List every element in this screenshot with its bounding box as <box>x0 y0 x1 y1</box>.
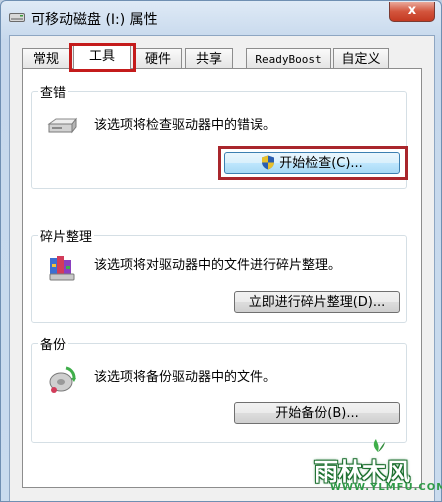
window-title: 可移动磁盘 (I:) 属性 <box>31 12 158 28</box>
group-description: 该选项将检查驱动器中的错误。 <box>94 118 277 133</box>
tab-general[interactable]: 常规 <box>22 48 70 69</box>
close-button[interactable]: x <box>389 2 435 22</box>
group-description: 该选项将对驱动器中的文件进行碎片整理。 <box>94 258 342 273</box>
tab-sharing[interactable]: 共享 <box>185 48 233 69</box>
backup-icon <box>49 366 76 393</box>
tab-customize[interactable]: 自定义 <box>333 48 389 69</box>
title-bar[interactable]: 可移动磁盘 (I:) 属性 x <box>1 1 441 35</box>
tab-label: 硬件 <box>144 52 171 67</box>
properties-window: 可移动磁盘 (I:) 属性 x 常规 工具 硬件 共享 ReadyBoost 自… <box>0 0 442 502</box>
removable-drive-icon <box>9 13 25 22</box>
tools-tab-panel: 查错 该选项将检查驱动器中的错误。 开始检查(C)... 碎片整理 该选项将对驱… <box>22 68 422 488</box>
defragment-now-button[interactable]: 立即进行碎片整理(D)... <box>234 291 400 313</box>
watermark-url: WWW.YLMFU.COM <box>330 482 442 493</box>
leaf-logo-icon <box>373 439 385 452</box>
button-label: 立即进行碎片整理(D)... <box>248 295 386 310</box>
close-icon: x <box>407 3 417 18</box>
defrag-icon <box>49 256 75 281</box>
group-title: 备份 <box>38 334 69 353</box>
group-description: 该选项将备份驱动器中的文件。 <box>94 370 277 385</box>
watermark: 雨林木风 WWW.YLMFU.COM <box>312 438 442 498</box>
tab-label: 常规 <box>32 52 59 67</box>
group-title: 查错 <box>38 82 69 101</box>
button-highlight-box <box>218 146 408 180</box>
drive-icon <box>47 117 78 134</box>
defrag-group: 碎片整理 该选项将对驱动器中的文件进行碎片整理。 立即进行碎片整理(D)... <box>31 226 407 323</box>
error-check-group: 查错 该选项将检查驱动器中的错误。 开始检查(C)... <box>31 82 408 189</box>
group-title: 碎片整理 <box>38 226 95 245</box>
start-backup-button[interactable]: 开始备份(B)... <box>234 402 400 424</box>
tab-label: ReadyBoost <box>255 53 322 66</box>
tab-highlight-box <box>69 43 136 72</box>
dialog-client-area: 常规 工具 硬件 共享 ReadyBoost 自定义 查错 该选项将检查驱动器中… <box>9 35 435 501</box>
button-label: 开始备份(B)... <box>275 406 359 421</box>
tab-label: 共享 <box>195 52 222 67</box>
tab-readyboost[interactable]: ReadyBoost <box>246 48 331 69</box>
backup-group: 备份 该选项将备份驱动器中的文件。 开始备份(B)... <box>31 334 407 443</box>
tab-hardware[interactable]: 硬件 <box>134 48 182 69</box>
tab-label: 自定义 <box>341 52 381 67</box>
